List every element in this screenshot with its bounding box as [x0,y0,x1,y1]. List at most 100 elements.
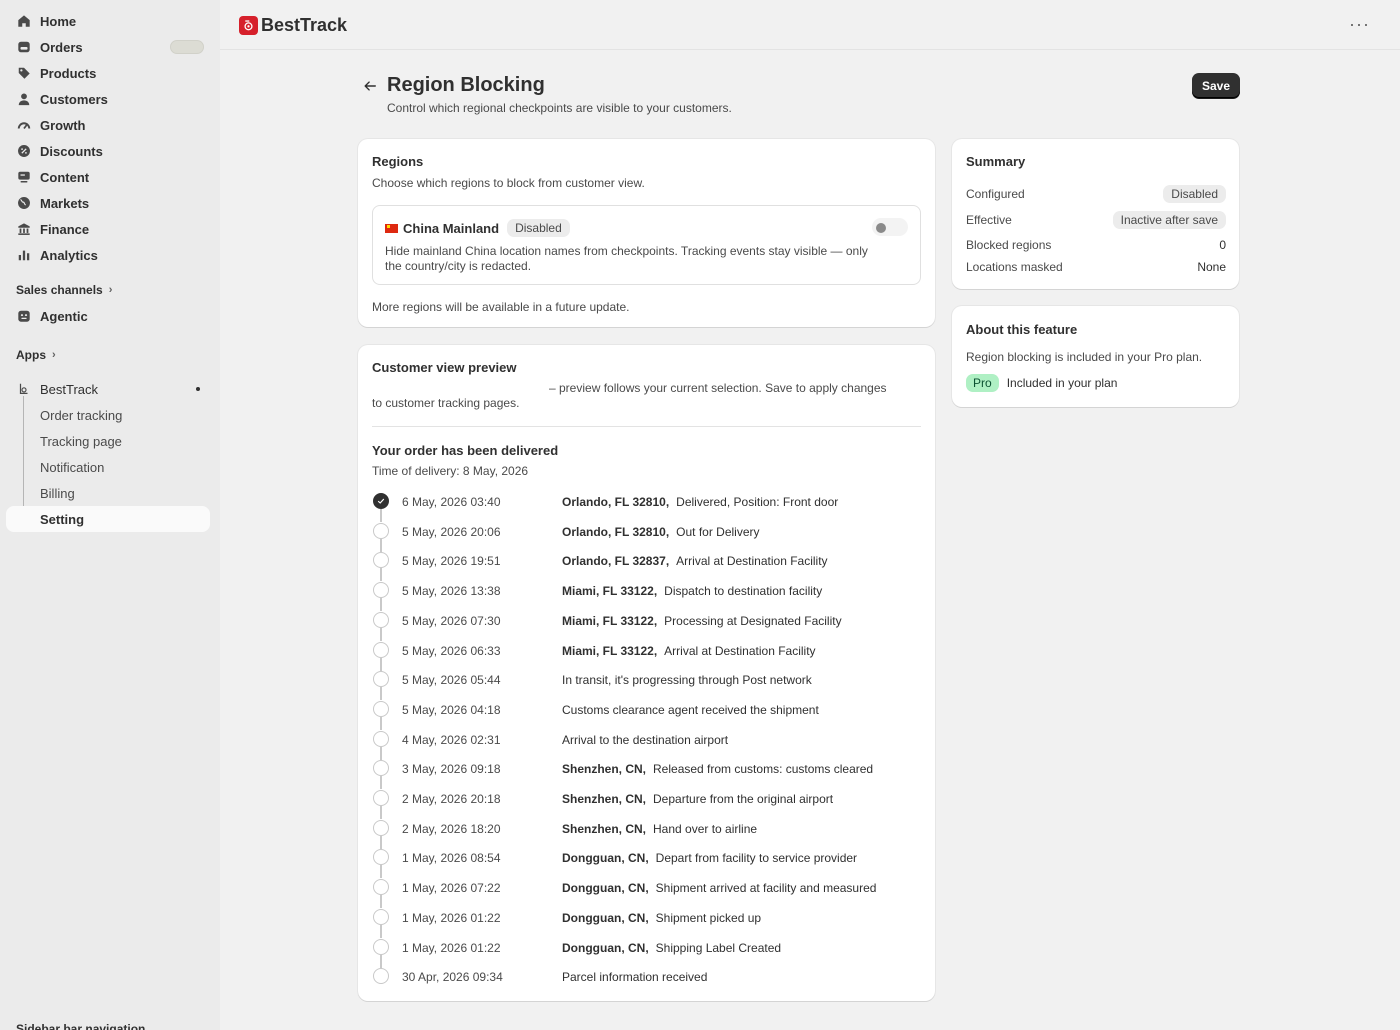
circle-icon [373,612,389,628]
circle-icon [373,968,389,984]
nav-markets[interactable]: Markets [6,190,210,216]
sub-setting[interactable]: Setting [6,506,210,532]
nav-discounts-label: Discounts [40,143,103,159]
event-status: Processing at Designated Facility [664,614,842,628]
event-status: Arrival to the destination airport [562,733,729,747]
timeline-connector [380,776,382,789]
about-text: Region blocking is included in your Pro … [966,350,1203,364]
circle-icon [373,523,389,539]
sub-order-tracking-label: Order tracking [40,407,123,423]
preview-title: Customer view preview [372,360,517,375]
back-button[interactable] [360,76,380,96]
effective-badge: Inactive after save [1112,211,1226,229]
sub-order-tracking[interactable]: Order tracking [6,402,210,428]
summary-row-masked: Locations masked None [966,258,1226,276]
event-date: 2 May, 2026 18:20 [402,822,501,836]
sub-setting-label: Setting [40,511,85,527]
nav-customers-label: Customers [40,91,108,107]
agentic-icon [16,309,31,324]
circle-icon [373,552,389,568]
circle-icon [373,731,389,747]
save-button[interactable]: Save [1192,73,1240,98]
event-description: In transit, it's progressing through Pos… [562,673,812,687]
besttrack-logo-icon [239,16,258,35]
summary-row-blocked: Blocked regions 0 [966,236,1226,254]
circle-icon [373,760,389,776]
sub-notification[interactable]: Notification [6,454,210,480]
sales-channels-header[interactable]: Sales channels › [16,283,112,297]
event-location: Miami, FL 33122, [562,614,658,628]
sub-billing[interactable]: Billing [6,480,210,506]
region-toggle[interactable] [872,218,908,236]
summary-label: Blocked regions [966,238,1052,252]
apps-header[interactable]: Apps › [16,348,56,362]
event-status: Delivered, Position: Front door [676,495,839,509]
event-location: Dongguan, CN, [562,911,649,925]
event-description: Orlando, FL 32810, Delivered, Position: F… [562,495,838,509]
event-status: Out for Delivery [676,525,760,539]
nav-customers[interactable]: Customers [6,86,210,112]
brand[interactable]: BestTrack [239,15,347,36]
timeline-event: 5 May, 2026 05:44 In transit, it's progre… [372,670,921,700]
region-status-badge: Disabled [507,219,570,237]
summary-card: Summary Configured Disabled Effective In… [952,139,1239,289]
plan-text: Included in your plan [1006,376,1118,390]
delivered-title: Your order has been delivered [372,443,559,458]
circle-icon [373,582,389,598]
event-date: 5 May, 2026 07:30 [402,614,501,628]
event-description: Dongguan, CN, Depart from facility to ser… [562,851,857,865]
event-date: 1 May, 2026 07:22 [402,881,501,895]
timeline-event: 5 May, 2026 07:30 Miami, FL 33122, Process… [372,611,921,641]
timeline-event: 1 May, 2026 07:22 Dongguan, CN, Shipment a… [372,878,921,908]
circle-icon [373,849,389,865]
summary-title: Summary [966,154,1026,169]
nav-discounts[interactable]: Discounts [6,138,210,164]
more-options-icon[interactable]: ··· [1349,14,1370,35]
regions-title: Regions [372,154,424,169]
timeline-event: 6 May, 2026 03:40 Orlando, FL 32810, Deliv… [372,492,921,522]
toggle-knob [876,223,886,233]
region-china-mainland: China Mainland Disabled Hide mainland Ch… [372,205,921,285]
timeline-event: 5 May, 2026 19:51 Orlando, FL 32837, Arriv… [372,551,921,581]
nav-orders[interactable]: Orders [6,34,210,60]
nav-finance-label: Finance [40,221,90,237]
event-location: Miami, FL 33122, [562,644,658,658]
event-description: Shenzhen, CN, Hand over to airline [562,822,757,836]
event-status: Shipment picked up [655,911,762,925]
summary-value: None [1197,260,1226,274]
timeline-event: 1 May, 2026 01:22 Dongguan, CN, Shipment p… [372,908,921,938]
event-location: Orlando, FL 32837, [562,554,670,568]
nav-content[interactable]: Content [6,164,210,190]
circle-icon [373,909,389,925]
timeline-event: 5 May, 2026 20:06 Orlando, FL 32810, Out f… [372,522,921,552]
sub-tracking-page[interactable]: Tracking page [6,428,210,454]
top-bar: BestTrack ··· [220,0,1400,50]
nav-besttrack[interactable]: BestTrack [6,376,210,402]
chevron-right-icon: › [52,349,56,361]
nav-analytics[interactable]: Analytics [6,242,210,268]
pro-badge: Pro [966,374,999,392]
nav-growth[interactable]: Growth [6,112,210,138]
event-location: Miami, FL 33122, [562,584,658,598]
summary-label: Locations masked [966,260,1063,274]
event-location: Shenzhen, CN, [562,822,647,836]
nav-home[interactable]: Home [6,8,210,34]
event-location: Dongguan, CN, [562,881,649,895]
regions-card: Regions Choose which regions to block fr… [358,139,935,327]
circle-icon [373,939,389,955]
timeline-event: 1 May, 2026 08:54 Dongguan, CN, Depart fro… [372,848,921,878]
timeline-event: 5 May, 2026 06:33 Miami, FL 33122, Arrival… [372,641,921,671]
summary-row-effective: Effective Inactive after save [966,211,1226,229]
event-date: 30 Apr, 2026 09:34 [402,970,503,984]
check-circle-icon [373,493,389,509]
region-name: China Mainland Disabled [385,219,570,237]
nav-finance[interactable]: Finance [6,216,210,242]
event-description: Dongguan, CN, Shipment picked up [562,911,761,925]
nav-products[interactable]: Products [6,60,210,86]
event-description: Parcel information received [562,970,707,984]
event-description: Miami, FL 33122, Arrival at Destination F… [562,644,816,658]
event-status: Released from customs: customs cleared [653,762,874,776]
nav-growth-label: Growth [40,117,86,133]
nav-content-label: Content [40,169,90,185]
nav-agentic[interactable]: Agentic [6,303,210,329]
